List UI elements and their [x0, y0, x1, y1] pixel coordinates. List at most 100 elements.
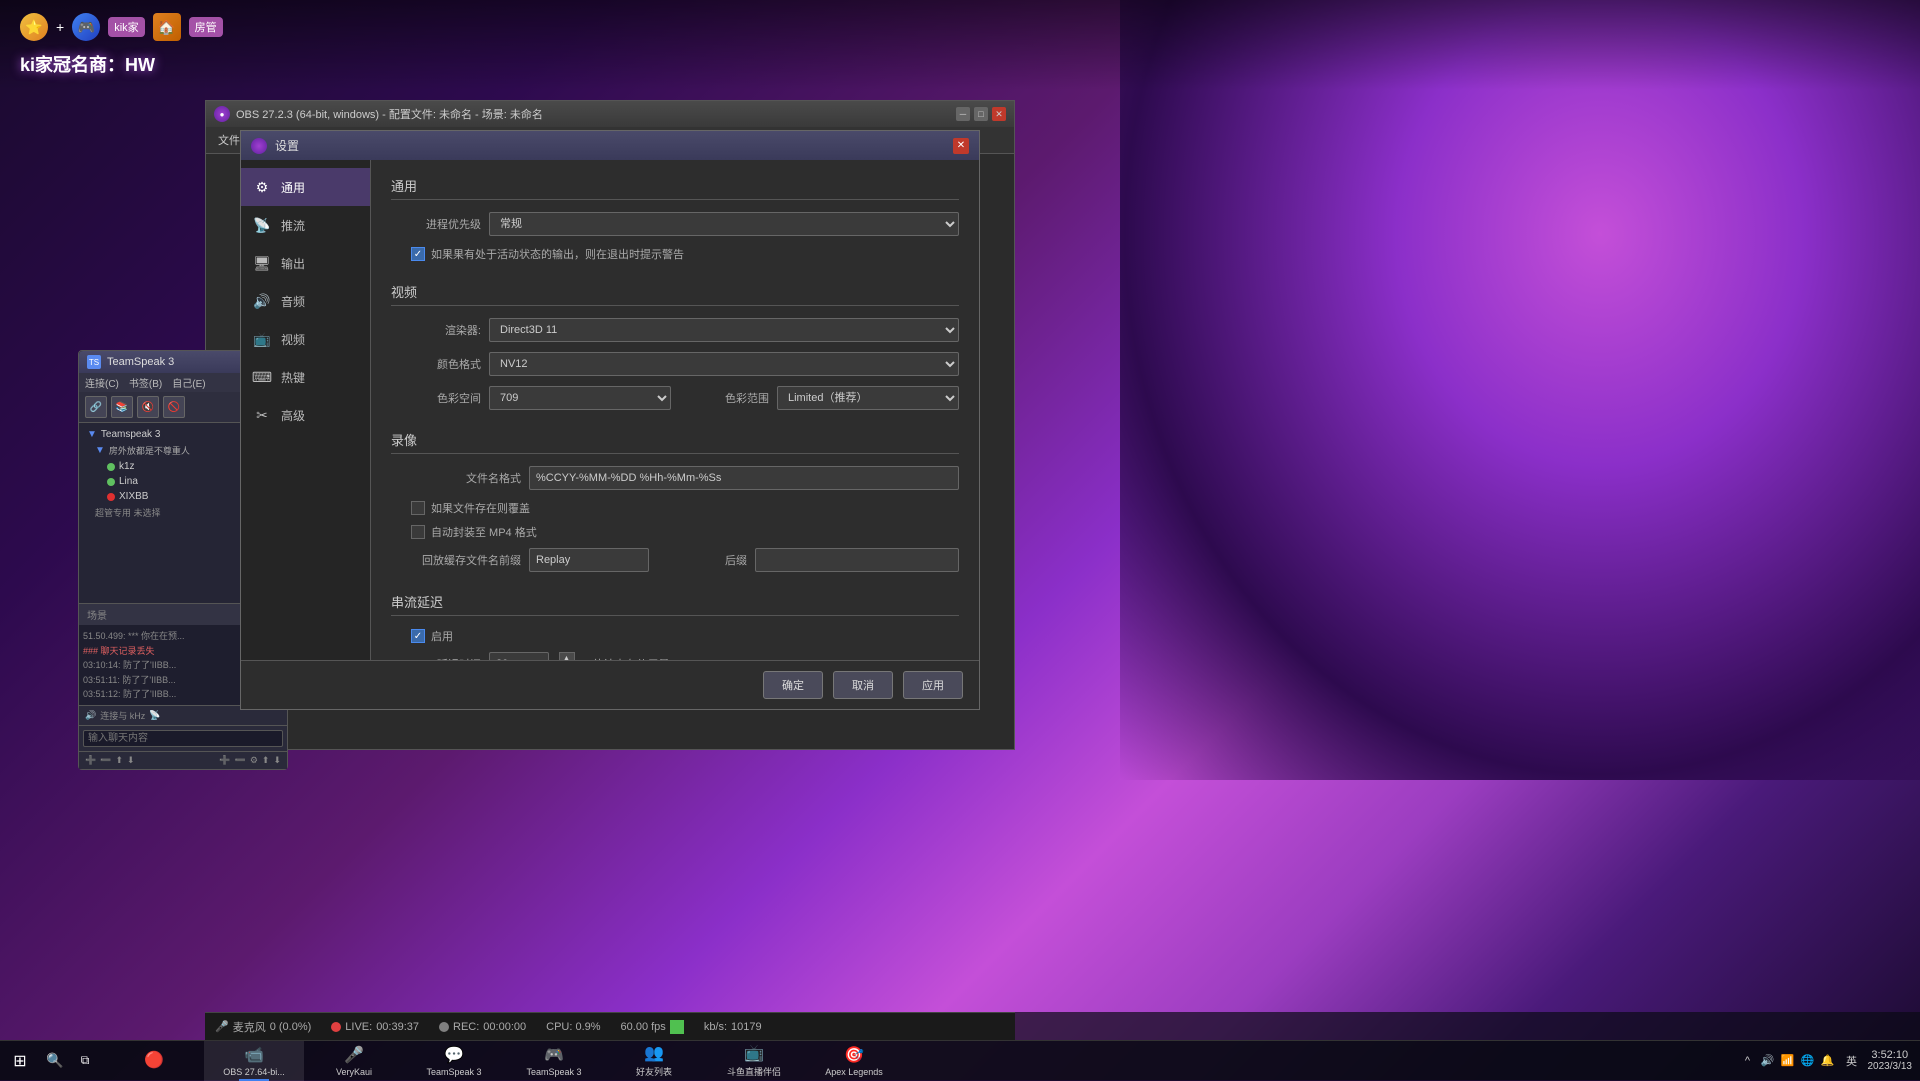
- settings-cancel-button[interactable]: 取消: [833, 671, 893, 699]
- settings-close-button[interactable]: ✕: [953, 138, 969, 154]
- anime-character-bg: [1120, 0, 1920, 780]
- tray-icon-3[interactable]: 🌐: [1800, 1053, 1816, 1069]
- ts-block-btn[interactable]: 🚫: [163, 396, 185, 418]
- ts-settings-btn[interactable]: ⚙: [250, 755, 258, 766]
- cpu-label: CPU: 0.9%: [546, 1021, 600, 1033]
- plus-icon: +: [56, 19, 64, 35]
- settings-nav-advanced[interactable]: ✂ 高级: [241, 396, 370, 434]
- ts-user-xixbb-status: [107, 493, 115, 501]
- settings-warning-checkbox[interactable]: ✓: [411, 247, 425, 261]
- settings-mp4-checkbox[interactable]: [411, 525, 425, 539]
- obs-maximize-btn[interactable]: □: [974, 107, 988, 121]
- settings-nav-audio-label: 音频: [281, 293, 305, 310]
- teamspeak-chat-input[interactable]: [83, 730, 283, 747]
- live-label: LIVE:: [345, 1021, 372, 1033]
- settings-filename-input[interactable]: [529, 466, 959, 490]
- ts-remove-source-btn[interactable]: ➖: [235, 755, 246, 766]
- settings-delay-up-btn[interactable]: ▲: [559, 652, 575, 660]
- settings-mp4-label: 自动封装至 MP4 格式: [431, 524, 537, 540]
- taskbar-clock[interactable]: 3:52:10 2023/3/13: [1860, 1049, 1920, 1072]
- settings-colorrange-label: 色彩范围: [679, 390, 769, 406]
- taskbar-date: 2023/3/13: [1868, 1061, 1913, 1072]
- settings-nav-audio[interactable]: 🔊 音频: [241, 282, 370, 320]
- ts-up-source-btn[interactable]: ⬆: [262, 755, 270, 766]
- settings-colorspace-label: 色彩空间: [391, 390, 481, 406]
- settings-nav-general[interactable]: ⚙ 通用: [241, 168, 370, 206]
- search-button[interactable]: 🔍: [40, 1046, 70, 1076]
- ts-bookmarks-btn[interactable]: 📚: [111, 396, 133, 418]
- task-view-button[interactable]: ⧉: [70, 1046, 100, 1076]
- settings-nav-output[interactable]: 🖥 输出: [241, 244, 370, 282]
- settings-nav-video[interactable]: 📺 视频: [241, 320, 370, 358]
- ts-wifi-icon: 📡: [149, 710, 160, 721]
- mic-indicator: 🎤 麦克风 0 (0.0%): [215, 1019, 311, 1035]
- settings-apply-button[interactable]: 应用: [903, 671, 963, 699]
- settings-replay-prefix-input[interactable]: [529, 548, 649, 572]
- taskbar-time: 3:52:10: [1871, 1049, 1908, 1061]
- taskbar-app-apex[interactable]: 🎯 Apex Legends: [804, 1041, 904, 1081]
- taskbar-app-music[interactable]: 🔴: [104, 1041, 204, 1081]
- settings-priority-row: 进程优先级 常规: [391, 212, 959, 236]
- live-indicator: LIVE: 00:39:37: [331, 1021, 419, 1033]
- ts-user-k1z-status: [107, 463, 115, 471]
- ts-remove-scene-btn[interactable]: ➖: [100, 755, 111, 766]
- ts-up-scene-btn[interactable]: ⬆: [115, 755, 123, 766]
- general-icon: ⚙: [253, 178, 271, 196]
- settings-colorspace-select[interactable]: 709: [489, 386, 671, 410]
- settings-titlebar[interactable]: 设置 ✕: [241, 131, 979, 160]
- taskbar-app-obs[interactable]: 📹 OBS 27.64-bi...: [204, 1041, 304, 1081]
- settings-recording-title: 录像: [391, 430, 959, 454]
- stream-info: ⭐ + 🎮 kik家 🏠 房管 ki家冠名商：HW: [20, 13, 223, 77]
- system-tray: ^ 🔊 📶 🌐 🔔: [1732, 1053, 1844, 1069]
- mic-icon: 🎤: [215, 1020, 229, 1033]
- tray-expand-icon[interactable]: ^: [1740, 1053, 1756, 1069]
- settings-priority-select[interactable]: 常规: [489, 212, 959, 236]
- teamspeak-scene-controls: ➕ ➖ ⬆ ⬇ ➕ ➖ ⚙ ⬆ ⬇: [79, 751, 287, 769]
- settings-renderer-select[interactable]: Direct3D 11: [489, 318, 959, 342]
- settings-delay-enable-checkbox[interactable]: ✓: [411, 629, 425, 643]
- ts-add-scene-btn[interactable]: ➕: [85, 755, 96, 766]
- friends-app-label: 好友列表: [636, 1065, 672, 1078]
- settings-overwrite-checkbox[interactable]: [411, 501, 425, 515]
- rec-time: 00:00:00: [483, 1021, 526, 1033]
- settings-replay-suffix-input[interactable]: [755, 548, 959, 572]
- settings-title-area: 设置: [251, 137, 299, 154]
- settings-replay-row: 回放缓存文件名前缀 后缀: [391, 548, 959, 572]
- obs-close-btn[interactable]: ✕: [992, 107, 1006, 121]
- ts-down-scene-btn[interactable]: ⬇: [127, 755, 135, 766]
- taskbar-app-steam[interactable]: 🎮 TeamSpeak 3: [504, 1041, 604, 1081]
- obs-titlebar[interactable]: ● OBS 27.2.3 (64-bit, windows) - 配置文件: 未…: [206, 101, 1014, 127]
- settings-ok-button[interactable]: 确定: [763, 671, 823, 699]
- ts-connect-btn[interactable]: 🔗: [85, 396, 107, 418]
- advanced-icon: ✂: [253, 406, 271, 424]
- ts-down-source-btn[interactable]: ⬇: [273, 755, 281, 766]
- ts-channel-name: 房外放都是不尊重人: [109, 444, 190, 457]
- settings-colorrange-select[interactable]: Limited（推荐）: [777, 386, 959, 410]
- ts-user-lina-status: [107, 478, 115, 486]
- settings-colorformat-select[interactable]: NV12: [489, 352, 959, 376]
- settings-nav-hotkeys[interactable]: ⌨ 热键: [241, 358, 370, 396]
- taskbar-app-douyu[interactable]: 📺 斗鱼直播伴侣: [704, 1041, 804, 1081]
- settings-body: ⚙ 通用 📡 推流 🖥 输出 🔊 音频 📺 视频 ⌨ 热键: [241, 160, 979, 660]
- settings-delay-enable-label: 启用: [431, 628, 453, 644]
- tray-notification-icon[interactable]: 🔔: [1820, 1053, 1836, 1069]
- settings-dialog: 设置 ✕ ⚙ 通用 📡 推流 🖥 输出 🔊 音频 📺: [240, 130, 980, 710]
- ts-sound-icon: 🔊: [85, 710, 96, 721]
- taskbar-app-friends[interactable]: 👥 好友列表: [604, 1041, 704, 1081]
- tray-icon-2[interactable]: 📶: [1780, 1053, 1796, 1069]
- start-button[interactable]: ⊞: [0, 1041, 40, 1081]
- language-indicator[interactable]: 英: [1844, 1053, 1860, 1069]
- ts-menu-bookmarks[interactable]: 书签(B): [129, 375, 162, 390]
- settings-colorspace-row: 色彩空间 709 色彩范围 Limited（推荐）: [391, 386, 959, 410]
- ts-add-source-btn[interactable]: ➕: [219, 755, 230, 766]
- tray-icon-1[interactable]: 🔊: [1760, 1053, 1776, 1069]
- taskbar-app-teamspeak[interactable]: 💬 TeamSpeak 3: [404, 1041, 504, 1081]
- taskbar-app-verykaui[interactable]: 🎤 VeryKaui: [304, 1041, 404, 1081]
- apex-app-icon: 🎯: [844, 1045, 864, 1065]
- ts-menu-self[interactable]: 自己(E): [172, 375, 205, 390]
- ts-menu-connect[interactable]: 连接(C): [85, 375, 119, 390]
- ts-mute-btn[interactable]: 🔇: [137, 396, 159, 418]
- settings-delay-value[interactable]: [489, 652, 549, 660]
- settings-nav-stream[interactable]: 📡 推流: [241, 206, 370, 244]
- obs-minimize-btn[interactable]: ─: [956, 107, 970, 121]
